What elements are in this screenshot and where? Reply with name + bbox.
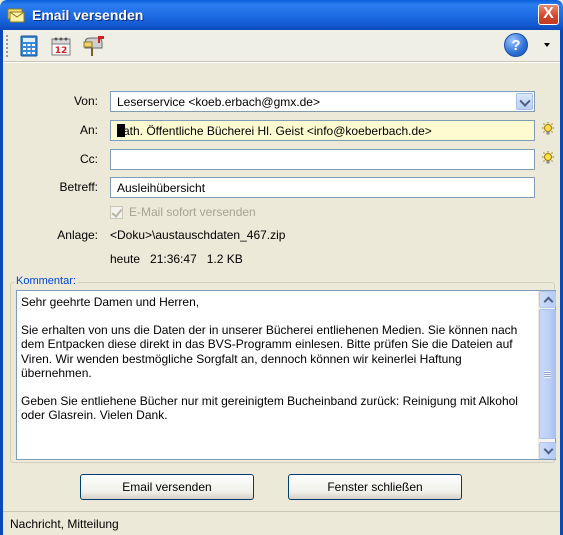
from-dropdown-button[interactable] — [516, 93, 533, 110]
scroll-down-button[interactable] — [539, 442, 556, 459]
toolbar-separator — [3, 62, 560, 63]
email-form: Von: Leserservice <koeb.erbach@gmx.de> A… — [8, 86, 555, 266]
lightbulb-icon[interactable] — [541, 122, 555, 138]
from-value: Leserservice <koeb.erbach@gmx.de> — [117, 95, 320, 109]
comment-text[interactable]: Sehr geehrte Damen und Herren, Sie erhal… — [21, 295, 533, 436]
calendar-icon: 12 — [51, 37, 71, 56]
send-now-label: E-Mail sofort versenden — [129, 205, 256, 219]
checkbox-box[interactable] — [110, 205, 123, 219]
calculator-button[interactable] — [16, 33, 42, 59]
cc-field[interactable] — [110, 149, 535, 170]
subject-value: Ausleihübersicht — [117, 181, 206, 195]
send-email-button[interactable]: Email versenden — [80, 474, 254, 500]
cc-label: Cc: — [80, 152, 98, 166]
to-field[interactable]: ath. Öffentliche Bücherei Hl. Geist <inf… — [110, 120, 535, 141]
mailbox-button[interactable] — [80, 33, 106, 59]
title-bar: Email versenden X — [0, 0, 563, 30]
attachment-path[interactable]: <Doku>\austauschdaten_467.zip — [110, 228, 285, 242]
subject-label: Betreff: — [59, 180, 98, 194]
comment-textarea[interactable]: Sehr geehrte Damen und Herren, Sie erhal… — [16, 290, 556, 460]
to-label: An: — [79, 123, 98, 137]
comment-paragraph: Sehr geehrte Damen und Herren, — [21, 295, 200, 309]
comment-scrollbar[interactable] — [538, 291, 556, 459]
status-text: Nachricht, Mitteilung — [10, 517, 119, 531]
toolbar-grip[interactable] — [6, 34, 10, 57]
window-title: Email versenden — [32, 7, 144, 23]
send-now-checkbox[interactable]: E-Mail sofort versenden — [110, 205, 256, 219]
attachment-label: Anlage: — [57, 228, 98, 242]
calculator-icon — [20, 35, 38, 56]
scroll-thumb[interactable] — [539, 309, 556, 439]
lightbulb-icon[interactable] — [541, 151, 555, 167]
scroll-up-button[interactable] — [539, 291, 556, 308]
comment-legend: Kommentar: — [14, 275, 78, 287]
to-value: ath. Öffentliche Bücherei Hl. Geist <inf… — [123, 124, 432, 138]
help-menu-dropdown-icon[interactable] — [544, 43, 550, 47]
close-window-button-bottom[interactable]: Fenster schließen — [288, 474, 462, 500]
comment-paragraph: Sie erhalten von uns die Daten der in un… — [21, 323, 518, 380]
subject-field[interactable]: Ausleihübersicht — [110, 177, 535, 198]
close-window-button[interactable]: X — [538, 4, 559, 25]
svg-text:12: 12 — [55, 46, 68, 56]
calendar-button[interactable]: 12 — [48, 33, 74, 59]
toolbar: 12 ? — [3, 30, 560, 62]
attachment-meta: heute 21:36:47 1.2 KB — [110, 252, 243, 266]
mail-stack-icon — [7, 6, 25, 24]
help-button[interactable]: ? — [504, 33, 528, 57]
from-label: Von: — [73, 94, 98, 108]
from-select[interactable]: Leserservice <koeb.erbach@gmx.de> — [110, 91, 535, 112]
window-frame-left — [0, 30, 3, 535]
comment-paragraph: Geben Sie entliehene Bücher nur mit gere… — [21, 394, 518, 423]
status-bar: Nachricht, Mitteilung — [3, 511, 560, 535]
mailbox-icon — [83, 35, 104, 56]
